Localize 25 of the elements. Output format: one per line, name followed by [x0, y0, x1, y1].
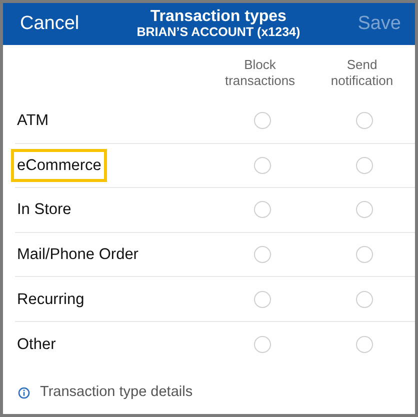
notify-radio[interactable]	[356, 336, 372, 353]
notify-radio[interactable]	[356, 156, 372, 174]
account-subtitle: BRIAN’S ACCOUNT (x1234)	[136, 26, 302, 40]
block-radio[interactable]	[254, 156, 270, 174]
details-link[interactable]: Transaction type details	[40, 382, 193, 404]
block-radio[interactable]	[254, 290, 270, 308]
transaction-type-label: ATM	[16, 111, 50, 132]
notify-radio[interactable]	[356, 112, 372, 130]
screen-title: Transaction types	[149, 8, 288, 26]
cancel-button[interactable]: Cancel	[20, 10, 80, 38]
block-radio[interactable]	[254, 336, 270, 353]
info-icon	[18, 387, 30, 400]
block-radio[interactable]	[254, 201, 270, 218]
transaction-type-label: In Store	[16, 200, 72, 220]
notify-radio[interactable]	[356, 201, 372, 218]
transaction-type-label: Mail/Phone Order	[16, 244, 140, 265]
notify-radio[interactable]	[356, 290, 372, 308]
block-radio[interactable]	[254, 112, 270, 130]
block-radio[interactable]	[254, 246, 270, 264]
column-header: Send notification	[330, 57, 394, 90]
transaction-type-label: Other	[16, 334, 57, 355]
notify-radio[interactable]	[356, 246, 372, 264]
transaction-type-label: eCommerce	[11, 148, 108, 182]
column-header: Block transactions	[224, 57, 296, 90]
transaction-type-label: Recurring	[16, 290, 86, 310]
